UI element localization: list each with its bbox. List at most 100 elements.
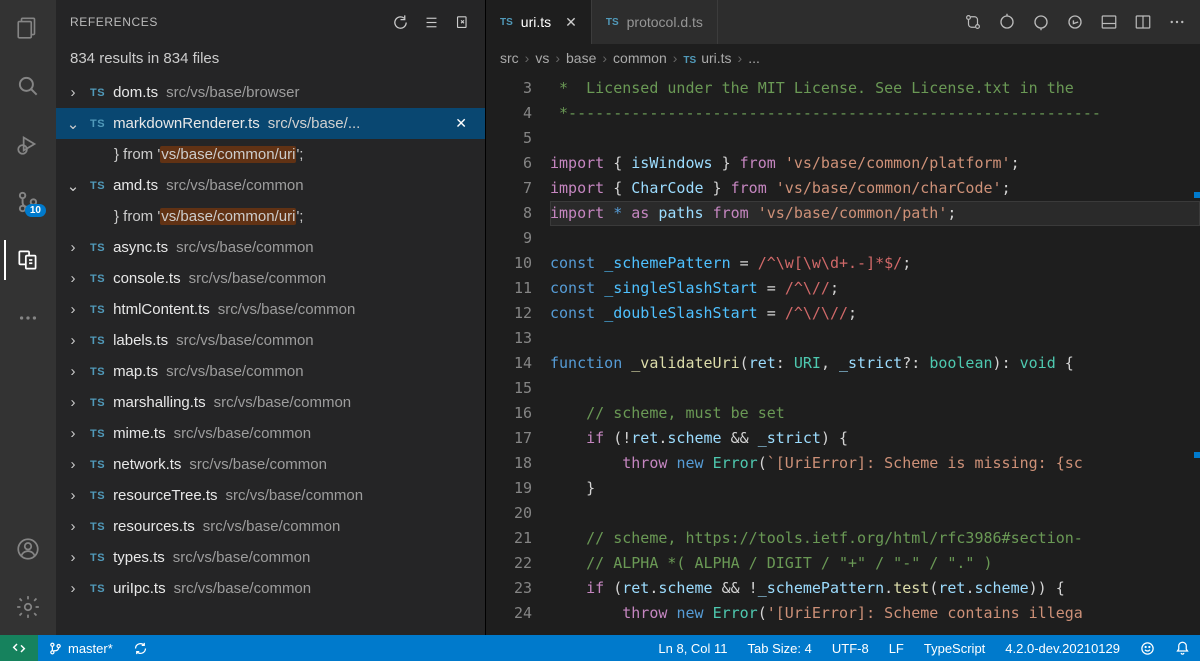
code-line[interactable]: } <box>550 476 1200 501</box>
code-line[interactable]: // ALPHA *( ALPHA / DIGIT / "+" / "-" / … <box>550 551 1200 576</box>
chevron-right-icon[interactable]: › <box>64 425 82 442</box>
tab-protocol[interactable]: TS protocol.d.ts <box>592 0 718 44</box>
line-number: 16 <box>486 401 532 426</box>
breadcrumb-item[interactable]: vs <box>535 50 549 66</box>
result-file[interactable]: ›TShtmlContent.tssrc/vs/base/common <box>56 294 485 325</box>
tab-uri[interactable]: TS uri.ts ✕ <box>486 0 592 44</box>
account-icon[interactable] <box>4 529 52 569</box>
result-file[interactable]: ›TSconsole.tssrc/vs/base/common <box>56 263 485 294</box>
chevron-right-icon[interactable]: › <box>64 394 82 411</box>
clear-icon[interactable] <box>454 14 471 31</box>
result-file[interactable]: ›TSlabels.tssrc/vs/base/common <box>56 325 485 356</box>
chevron-right-icon[interactable]: › <box>64 239 82 256</box>
code-line[interactable]: if (ret.scheme && !_schemePattern.test(r… <box>550 576 1200 601</box>
more-actions-icon[interactable] <box>1168 13 1186 31</box>
notifications-icon[interactable] <box>1165 635 1200 661</box>
code-line[interactable]: import { CharCode } from 'vs/base/common… <box>550 176 1200 201</box>
eol[interactable]: LF <box>879 635 914 661</box>
branch-indicator[interactable]: master* <box>38 635 123 661</box>
refresh-icon[interactable] <box>392 14 409 31</box>
close-icon[interactable]: ✕ <box>455 115 477 132</box>
result-file[interactable]: ›TSasync.tssrc/vs/base/common <box>56 232 485 263</box>
code-line[interactable]: throw new Error('[UriError]: Scheme cont… <box>550 601 1200 626</box>
nav-prev-icon[interactable] <box>998 13 1016 31</box>
ts-version[interactable]: 4.2.0-dev.20210129 <box>995 635 1130 661</box>
code-line[interactable]: throw new Error(`[UriError]: Scheme is m… <box>550 451 1200 476</box>
result-file[interactable]: ›TSmarshalling.tssrc/vs/base/common <box>56 387 485 418</box>
code-line[interactable]: *---------------------------------------… <box>550 101 1200 126</box>
chevron-right-icon[interactable]: › <box>64 332 82 349</box>
result-file[interactable]: ⌄TSamd.tssrc/vs/base/common <box>56 170 485 201</box>
line-col[interactable]: Ln 8, Col 11 <box>648 635 737 661</box>
line-number: 18 <box>486 451 532 476</box>
line-number: 22 <box>486 551 532 576</box>
code-line[interactable]: function _validateUri(ret: URI, _strict?… <box>550 351 1200 376</box>
code-line[interactable] <box>550 126 1200 151</box>
breadcrumb-item[interactable]: base <box>566 50 596 66</box>
chevron-right-icon[interactable]: › <box>64 456 82 473</box>
result-file[interactable]: ›TSmap.tssrc/vs/base/common <box>56 356 485 387</box>
result-match[interactable]: } from 'vs/base/common/uri'; <box>56 139 485 170</box>
breadcrumb-item[interactable]: src <box>500 50 519 66</box>
close-icon[interactable]: ✕ <box>565 14 577 31</box>
split-editor-icon[interactable] <box>1134 13 1152 31</box>
chevron-right-icon[interactable]: › <box>64 487 82 504</box>
code-content[interactable]: * Licensed under the MIT License. See Li… <box>550 72 1200 635</box>
code-line[interactable]: * Licensed under the MIT License. See Li… <box>550 76 1200 101</box>
explorer-icon[interactable] <box>4 8 52 48</box>
code-line[interactable]: const _doubleSlashStart = /^\/\//; <box>550 301 1200 326</box>
breadcrumb-item[interactable]: TSuri.ts <box>683 50 731 66</box>
breadcrumbs[interactable]: src›vs›base›common›TSuri.ts›... <box>486 44 1200 72</box>
settings-icon[interactable] <box>4 587 52 627</box>
more-icon[interactable] <box>4 298 52 338</box>
code-line[interactable] <box>550 501 1200 526</box>
search-icon[interactable] <box>4 66 52 106</box>
code-line[interactable]: import { isWindows } from 'vs/base/commo… <box>550 151 1200 176</box>
code-line[interactable]: // scheme, https://tools.ietf.org/html/r… <box>550 526 1200 551</box>
breadcrumb-item[interactable]: ... <box>748 50 760 66</box>
chevron-right-icon[interactable]: › <box>64 518 82 535</box>
collapse-all-icon[interactable] <box>423 14 440 31</box>
tab-size[interactable]: Tab Size: 4 <box>738 635 822 661</box>
breadcrumb-item[interactable]: common <box>613 50 667 66</box>
debug-icon[interactable] <box>4 124 52 164</box>
code-line[interactable]: import * as paths from 'vs/base/common/p… <box>550 201 1200 226</box>
code-line[interactable]: const _singleSlashStart = /^\//; <box>550 276 1200 301</box>
code-line[interactable]: const _schemePattern = /^\w[\w\d+.-]*$/; <box>550 251 1200 276</box>
revert-icon[interactable] <box>1066 13 1084 31</box>
chevron-right-icon[interactable]: › <box>64 84 82 101</box>
chevron-down-icon[interactable]: ⌄ <box>64 177 82 195</box>
chevron-right-icon[interactable]: › <box>64 580 82 597</box>
code-editor[interactable]: 3456789101112131415161718192021222324 * … <box>486 72 1200 635</box>
code-line[interactable] <box>550 226 1200 251</box>
code-line[interactable]: if (!ret.scheme && _strict) { <box>550 426 1200 451</box>
remote-icon[interactable] <box>0 635 38 661</box>
result-file[interactable]: ›TSresources.tssrc/vs/base/common <box>56 511 485 542</box>
scm-icon[interactable]: 10 <box>4 182 52 222</box>
chevron-down-icon[interactable]: ⌄ <box>64 115 82 133</box>
result-file[interactable]: ⌄TSmarkdownRenderer.tssrc/vs/base/...✕ <box>56 108 485 139</box>
results-list[interactable]: ›TSdom.tssrc/vs/base/browser⌄TSmarkdownR… <box>56 77 485 635</box>
code-line[interactable]: // scheme, must be set <box>550 401 1200 426</box>
code-line[interactable] <box>550 376 1200 401</box>
chevron-right-icon[interactable]: › <box>64 270 82 287</box>
result-file[interactable]: ›TStypes.tssrc/vs/base/common <box>56 542 485 573</box>
result-match[interactable]: } from 'vs/base/common/uri'; <box>56 201 485 232</box>
result-file[interactable]: ›TSresourceTree.tssrc/vs/base/common <box>56 480 485 511</box>
chevron-right-icon[interactable]: › <box>64 301 82 318</box>
result-file[interactable]: ›TSuriIpc.tssrc/vs/base/common <box>56 573 485 604</box>
encoding[interactable]: UTF-8 <box>822 635 879 661</box>
sync-icon[interactable] <box>123 635 158 661</box>
chevron-right-icon[interactable]: › <box>64 363 82 380</box>
result-file[interactable]: ›TSnetwork.tssrc/vs/base/common <box>56 449 485 480</box>
references-icon[interactable] <box>4 240 52 280</box>
language-mode[interactable]: TypeScript <box>914 635 995 661</box>
chevron-right-icon[interactable]: › <box>64 549 82 566</box>
result-file[interactable]: ›TSmime.tssrc/vs/base/common <box>56 418 485 449</box>
toggle-panel-icon[interactable] <box>1100 13 1118 31</box>
compare-icon[interactable] <box>964 13 982 31</box>
feedback-icon[interactable] <box>1130 635 1165 661</box>
result-file[interactable]: ›TSdom.tssrc/vs/base/browser <box>56 77 485 108</box>
code-line[interactable] <box>550 326 1200 351</box>
nav-next-icon[interactable] <box>1032 13 1050 31</box>
